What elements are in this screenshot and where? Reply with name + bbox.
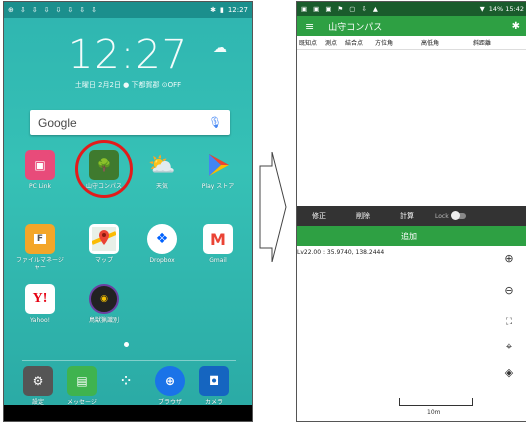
app-play-store[interactable]: Play ストア: [194, 150, 242, 190]
lock-control[interactable]: Lock: [435, 211, 466, 220]
status-bar: ⊕ ⇩ ⇩ ⇩ ⇩ ⇩ ⇩ ⇩ ✱ ▮ 12:27: [4, 2, 252, 18]
pc-link-icon: ▣: [25, 150, 55, 180]
fit-extent-icon[interactable]: ⛶: [502, 315, 516, 329]
col-elevation: 高低角: [421, 40, 440, 47]
clock-widget[interactable]: 12:27 ☁: [4, 32, 252, 78]
control-bar: 修正 削除 計算 Lock: [297, 206, 526, 226]
camera-icon: ◘: [199, 366, 229, 396]
settings-icon: ⚙: [23, 366, 53, 396]
status-time: 12:27: [227, 6, 248, 14]
status-bar: ▣ ▣ ▣ ⚑ ▢ ⇩ ▲ ▼ 14% 15:42: [297, 2, 526, 16]
wifi-icon: ▼: [479, 5, 485, 13]
weather-cloud-icon: ☁: [213, 40, 228, 56]
clock-time: 12:27: [67, 32, 189, 78]
col-join-point: 結合点: [345, 40, 364, 47]
dock-camera[interactable]: ◘ カメラ: [190, 366, 238, 406]
browser-icon: ⊕: [155, 366, 185, 396]
menu-icon[interactable]: ≡: [305, 20, 314, 33]
battery-icon: ▮: [219, 6, 224, 14]
compass-app-screen: ▣ ▣ ▣ ⚑ ▢ ⇩ ▲ ▼ 14% 15:42 ≡ 山守コンパス ✱ 既知点 測点 結合点…: [296, 1, 526, 422]
zoom-in-icon[interactable]: ⊕: [502, 252, 516, 266]
add-label: 追加: [401, 231, 417, 241]
app-file-manager[interactable]: F ファイルマネージャー: [16, 224, 64, 271]
add-button[interactable]: 追加: [297, 226, 526, 246]
dropbox-icon: ❖: [147, 224, 177, 254]
lock-toggle[interactable]: [450, 211, 466, 220]
app-yahoo[interactable]: Y! Yahoo!: [16, 284, 64, 324]
app-bar: ≡ 山守コンパス ✱: [297, 16, 526, 36]
highlight-circle: [75, 140, 133, 198]
date-line: 土曜日 2月2日 ● 下都賀郡 ⊙OFF: [74, 81, 182, 89]
gmail-icon: M: [203, 224, 233, 254]
app-weather[interactable]: ⛅ 天気: [138, 150, 186, 191]
bluetooth-icon: ✱: [210, 6, 216, 14]
app-drawer-icon: ⁘: [120, 374, 132, 388]
app-dropbox[interactable]: ❖ Dropbox: [138, 224, 186, 264]
yahoo-icon: Y!: [25, 284, 55, 314]
maps-icon: [89, 224, 119, 254]
dock-app-drawer[interactable]: ⁘: [102, 366, 150, 396]
lock-label: Lock: [435, 212, 449, 220]
messages-icon: ▤: [67, 366, 97, 396]
mic-icon[interactable]: 🎙: [208, 116, 222, 129]
app-title: 山守コンパス: [328, 22, 383, 33]
scale-bar: [399, 398, 473, 406]
delete-button[interactable]: 削除: [341, 211, 385, 221]
dock-browser[interactable]: ⊕ ブラウザ: [146, 366, 194, 406]
app-gmail[interactable]: M Gmail: [194, 224, 242, 264]
tutorial-screenshot: ⊕ ⇩ ⇩ ⇩ ⇩ ⇩ ⇩ ⇩ ✱ ▮ 12:27 12:27 ☁ 土曜日 2月2日 ● 下都…: [0, 0, 526, 423]
map-coordinates: Lv22.00 : 35.9740, 138.2444: [297, 249, 385, 256]
notification-icons: ⊕ ⇩ ⇩ ⇩ ⇩ ⇩ ⇩ ⇩: [8, 6, 97, 14]
edit-button[interactable]: 修正: [297, 211, 341, 221]
folder-icon: F: [25, 224, 55, 254]
layers-icon[interactable]: ◈: [502, 366, 516, 380]
app-pc-link[interactable]: ▣ PC Link: [16, 150, 64, 190]
home-screen: ⊕ ⇩ ⇩ ⇩ ⇩ ⇩ ⇩ ⇩ ✱ ▮ 12:27 12:27 ☁ 土曜日 2月2日 ● 下都…: [3, 1, 253, 422]
calc-button[interactable]: 計算: [385, 211, 429, 221]
weather-icon: ⛅: [148, 152, 176, 178]
dock-settings[interactable]: ⚙ 設定: [14, 366, 62, 406]
scale-label: 10m: [427, 409, 441, 416]
google-logo: Google: [38, 115, 77, 130]
app-maps[interactable]: マップ: [80, 224, 128, 264]
col-station: 測点: [325, 40, 338, 47]
zoom-out-icon[interactable]: ⊖: [502, 284, 516, 298]
nav-bar: [4, 405, 252, 421]
dock-messages[interactable]: ▤ メッセージ: [58, 366, 106, 406]
app-hunting-id[interactable]: ◉ 鳥獣猟識別: [80, 284, 128, 324]
transition-arrow-icon: [259, 152, 287, 262]
dock-separator: [22, 360, 236, 361]
my-location-icon[interactable]: ⌖: [502, 340, 516, 354]
notification-icons: ▣ ▣ ▣ ⚑ ▢ ⇩ ▲: [301, 5, 378, 13]
col-known-point: 既知点: [299, 40, 318, 47]
play-store-icon: [203, 150, 233, 180]
bluetooth-icon[interactable]: ✱: [512, 21, 520, 32]
col-azimuth: 方位角: [375, 40, 394, 47]
col-slope-distance: 斜距離: [473, 40, 492, 47]
hunting-app-icon: ◉: [89, 284, 119, 314]
table-header: 既知点 測点 結合点 方位角 高低角 斜距離: [297, 36, 526, 50]
page-indicator: [124, 342, 129, 347]
status-time: 14% 15:42: [488, 5, 524, 13]
google-search-bar[interactable]: Google 🎙: [30, 110, 230, 135]
